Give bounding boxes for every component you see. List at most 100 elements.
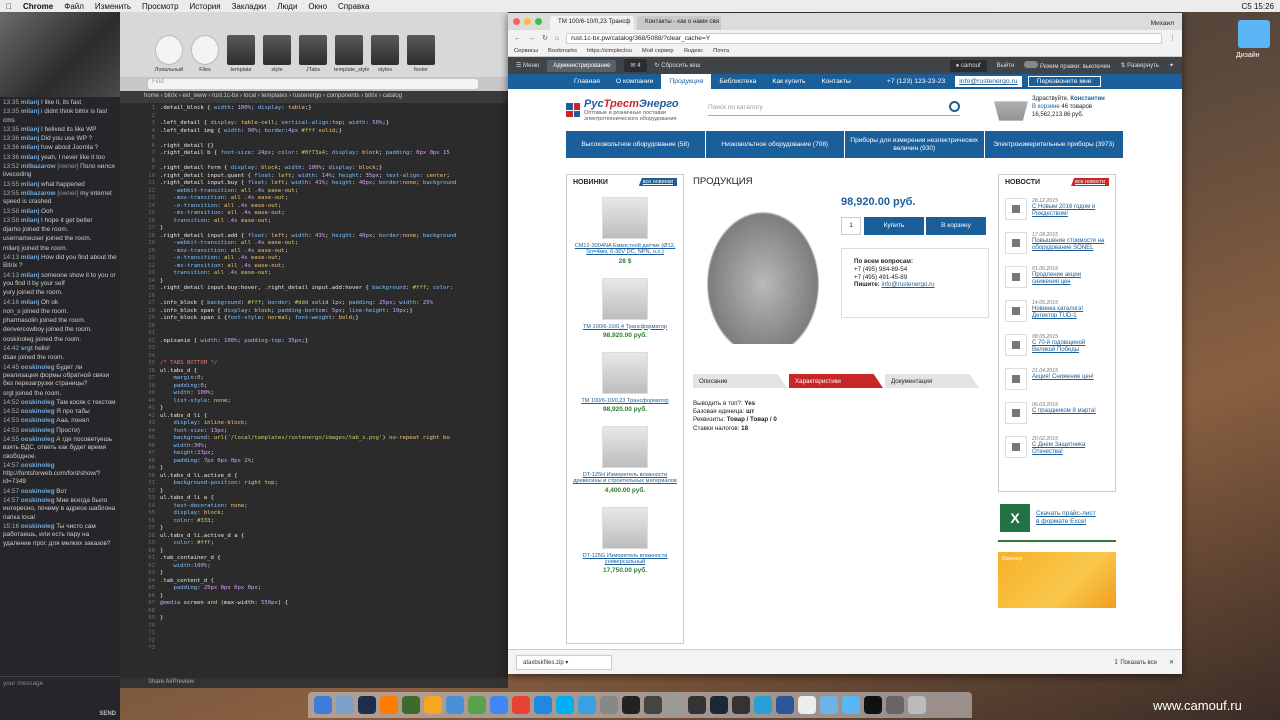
minimize-window-icon[interactable]: [524, 18, 531, 25]
nav-library[interactable]: Библиотека: [711, 74, 764, 89]
menu-item-window[interactable]: Окно: [308, 2, 327, 11]
app-icon-9[interactable]: [732, 696, 750, 714]
nav-products[interactable]: Продукция: [661, 74, 712, 89]
tab-documentation[interactable]: Документация: [885, 374, 979, 388]
message-user[interactable]: milanj: [21, 108, 39, 115]
message-user[interactable]: milbazarow: [21, 190, 56, 197]
illustrator-icon[interactable]: [380, 696, 398, 714]
toolbar-file-button[interactable]: template: [226, 35, 256, 73]
message-user[interactable]: milanj: [21, 299, 39, 306]
novelty-item[interactable]: DT-125H Измеритель влажности древесины и…: [567, 418, 683, 499]
tab-product[interactable]: ТМ 100/6-10/0,23 Трансф: [550, 16, 634, 30]
message-user[interactable]: milanj: [21, 217, 39, 224]
url-input[interactable]: rust.1c-bx.pw/catalog/368/5088/?clear_ca…: [566, 32, 1162, 44]
toolbar-file-button[interactable]: Files: [190, 35, 220, 73]
clear-cache-button[interactable]: ↻ Сбросить кеш: [655, 62, 701, 69]
message-user[interactable]: ooskinoleg: [21, 462, 55, 469]
excel-link-line-1[interactable]: Скачать прайс-лист: [1036, 510, 1096, 518]
message-user[interactable]: milanj: [21, 181, 39, 188]
message-user[interactable]: ooskinoleg: [21, 408, 55, 415]
system-preferences-icon[interactable]: [666, 696, 684, 714]
search-icon[interactable]: [949, 101, 960, 112]
trash-icon[interactable]: [908, 696, 926, 714]
toolbar-file-button[interactable]: template_style: [334, 35, 369, 73]
toolbar-file-button[interactable]: footer: [406, 35, 436, 73]
sketch-icon[interactable]: [424, 696, 442, 714]
send-button[interactable]: SEND: [99, 711, 116, 717]
admin-menu-button[interactable]: ☰ Меню: [516, 62, 539, 69]
news-item[interactable]: 21.04.2015 Акция! Снижение цен!: [999, 365, 1115, 393]
toolbar-file-button[interactable]: styles: [370, 35, 400, 73]
buy-button[interactable]: Купить: [864, 217, 924, 235]
toolbar-file-button[interactable]: JTabs: [298, 35, 328, 73]
message-user[interactable]: milanj: [21, 126, 39, 133]
banner[interactable]: Баннер: [998, 552, 1116, 608]
news-item[interactable]: 06.03.2015 С праздником 8 марта!: [999, 399, 1115, 427]
photoshop-icon[interactable]: [358, 696, 376, 714]
catalog-search-input[interactable]: Поиск по каталогу: [708, 101, 960, 116]
novelty-item[interactable]: CM12-3004NA Емкостной датчик (Ø12, Sn=4м…: [567, 189, 683, 270]
cart-user-name[interactable]: Константин: [1070, 96, 1104, 102]
novelty-name[interactable]: ТМ 100/6-10/0,23 Трансформатор: [571, 398, 679, 404]
close-window-icon[interactable]: [513, 18, 520, 25]
launchpad-icon[interactable]: [336, 696, 354, 714]
novelty-name[interactable]: CM12-3004NA Емкостной датчик (Ø12, Sn=4м…: [571, 243, 679, 256]
novelty-image[interactable]: [602, 277, 648, 320]
back-icon[interactable]: ←: [514, 35, 521, 42]
app-icon-6[interactable]: [622, 696, 640, 714]
skype-icon[interactable]: [556, 696, 574, 714]
show-all-downloads-button[interactable]: ↧ Показать все: [1114, 659, 1157, 666]
news-title-link[interactable]: Продление акции снижения цен: [1032, 272, 1109, 286]
tab-contacts[interactable]: Контакты - как о нами свя: [637, 16, 721, 30]
app-icon-2[interactable]: [468, 696, 486, 714]
app-icon-7[interactable]: [644, 696, 662, 714]
news-item[interactable]: 08.05.2015 С 70-й годовщиной Великой Побе…: [999, 331, 1115, 359]
bookmark-my-server[interactable]: Мой сервер: [642, 48, 674, 54]
tab-description[interactable]: Описание: [693, 374, 787, 388]
novelty-item[interactable]: DT-125G Измеритель влажности универсальн…: [567, 499, 683, 580]
app-icon-10[interactable]: [754, 696, 772, 714]
site-logo[interactable]: РусТрестЭнерго Оптовые и розничные поста…: [566, 98, 679, 123]
novelty-name[interactable]: ТМ 100/6-10/0,4 Трансформатор: [571, 324, 679, 330]
novelty-name[interactable]: DT-125H Измеритель влажности древесины и…: [571, 472, 679, 485]
novelty-image[interactable]: [602, 351, 648, 394]
category-non-electrical[interactable]: Приборы для измерения неэлектрических ве…: [845, 131, 985, 158]
downloads-folder-icon[interactable]: [820, 696, 838, 714]
css-source[interactable]: .detail_block { width: 100%; display: ta…: [160, 103, 508, 679]
message-user[interactable]: ooskinoleg: [21, 364, 55, 371]
menu-item-file[interactable]: Файл: [64, 2, 84, 11]
message-user[interactable]: ooskinoleg: [21, 497, 55, 504]
app-icon-4[interactable]: [578, 696, 596, 714]
toolbar-file-button[interactable]: style: [262, 35, 292, 73]
news-item[interactable]: 14.05.2015 Новинка каталога! Детектор TUD…: [999, 297, 1115, 325]
chat-input[interactable]: your message SEND: [0, 676, 120, 720]
message-user[interactable]: milanj: [21, 99, 39, 106]
novelty-item[interactable]: ТМ 100/6-10/0,4 Трансформатор 98,920.00 р…: [567, 270, 683, 344]
message-user[interactable]: srgt: [21, 345, 33, 352]
message-user[interactable]: ooskinoleg: [21, 523, 55, 530]
news-title-link[interactable]: С праздником 8 марта!: [1032, 408, 1096, 415]
editor-status-bar[interactable]: Share AirPreview: [120, 678, 508, 688]
pin-icon[interactable]: ✦: [1169, 62, 1174, 69]
menu-icon[interactable]: ⋮: [1169, 34, 1176, 42]
category-high-voltage[interactable]: Высоковольтное оборудование (58): [566, 131, 706, 158]
steam-icon[interactable]: [710, 696, 728, 714]
menu-item-help[interactable]: Справка: [338, 2, 369, 11]
edit-mode-toggle[interactable]: Режим правки: выключен: [1024, 61, 1110, 70]
toolbar-file-button[interactable]: Локальный: [154, 35, 184, 73]
menu-item-people[interactable]: Люди: [277, 2, 297, 11]
message-user[interactable]: milanj: [21, 135, 39, 142]
forward-icon[interactable]: →: [528, 35, 535, 42]
folder-label[interactable]: Дизайн: [1236, 52, 1260, 59]
bookmark-bookmarks[interactable]: Bookmarks: [548, 48, 577, 54]
chrome-icon[interactable]: [512, 696, 530, 714]
novelty-item[interactable]: ТМ 100/6-10/0,23 Трансформатор 98,920.00 …: [567, 344, 683, 418]
callback-button[interactable]: Перезвоните мне: [1027, 76, 1101, 87]
message-user[interactable]: ooskinoleg: [21, 417, 55, 424]
dreamweaver-icon[interactable]: [402, 696, 420, 714]
tab-specifications[interactable]: Характеристики: [789, 374, 883, 388]
download-item[interactable]: ataxbskfiles.zip ▾: [516, 654, 612, 670]
menu-app-name[interactable]: Chrome: [23, 2, 53, 11]
message-user[interactable]: milanj: [21, 254, 39, 261]
all-novelties-link[interactable]: все новинки: [638, 178, 677, 186]
